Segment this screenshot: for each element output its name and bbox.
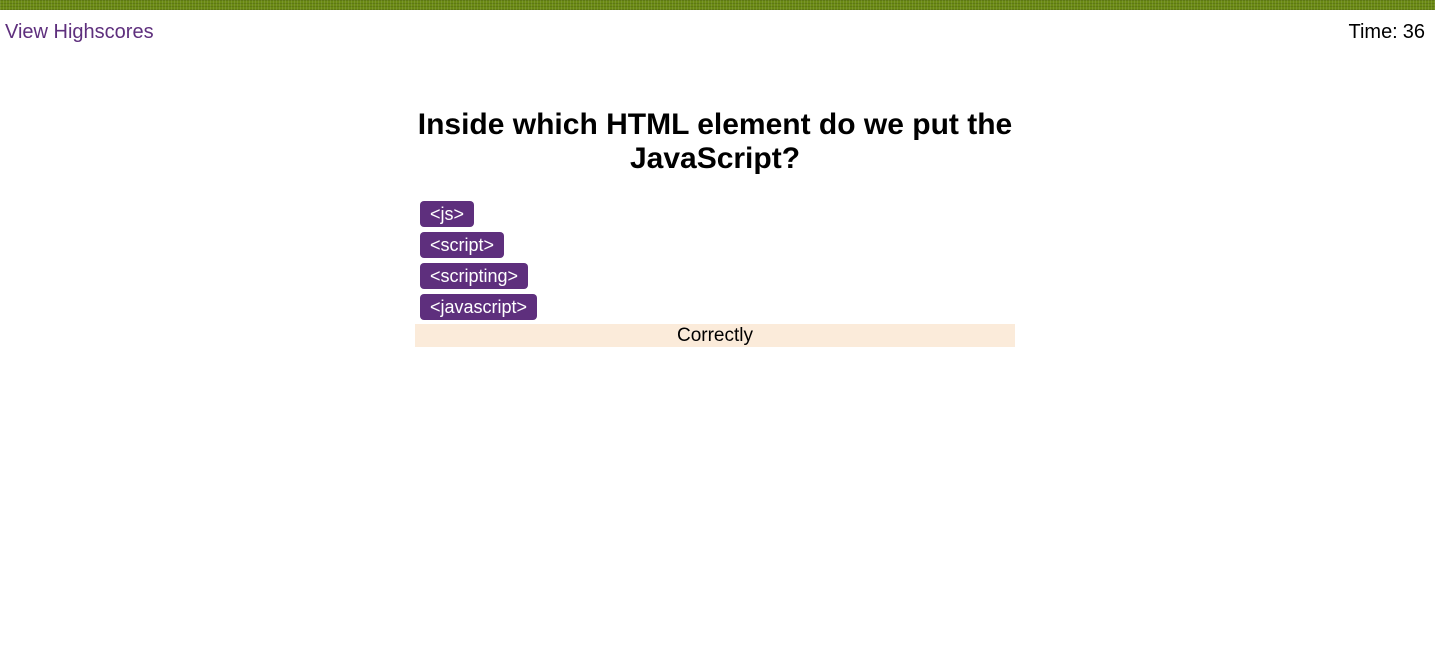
- choice-button-4[interactable]: <javascript>: [420, 294, 538, 320]
- answer-feedback: Correctly: [415, 324, 1015, 347]
- question-title: Inside which HTML element do we put the …: [417, 108, 1013, 175]
- timer-value: 36: [1402, 21, 1425, 43]
- header: View Highscores Time: 36: [0, 10, 1435, 54]
- choice-button-2[interactable]: <script>: [420, 232, 505, 258]
- choice-button-1[interactable]: <js>: [420, 201, 475, 227]
- choice-button-3[interactable]: <scripting>: [420, 263, 529, 289]
- top-decorative-strip: [0, 0, 1435, 10]
- timer: Time: 36: [1348, 21, 1425, 44]
- choices-list: <js> <script> <scripting> <javascript>: [415, 201, 1015, 320]
- timer-label: Time:: [1348, 21, 1398, 43]
- view-highscores-link[interactable]: View Highscores: [5, 21, 154, 44]
- quiz-panel: Inside which HTML element do we put the …: [415, 108, 1015, 347]
